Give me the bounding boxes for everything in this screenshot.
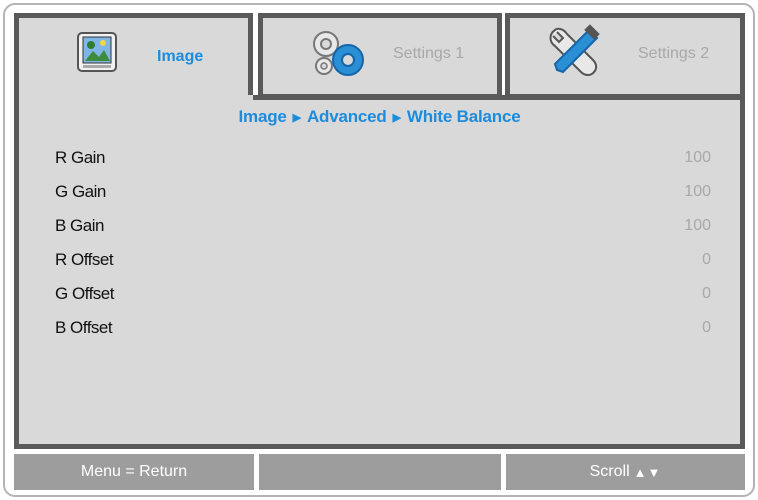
setting-label: R Gain [55, 148, 105, 167]
setting-label: G Offset [55, 284, 115, 303]
footer-scroll: Scroll ▲▼ [506, 454, 745, 490]
setting-label: B Gain [55, 216, 104, 235]
footer-hint-label: Scroll [589, 463, 630, 480]
breadcrumb-item: Advanced [306, 107, 387, 126]
tab-label: Settings 1 [393, 45, 465, 62]
setting-value: 100 [684, 217, 711, 234]
tab-label: Settings 2 [638, 45, 710, 62]
setting-row-b-offset[interactable]: B Offset 0 [55, 311, 711, 345]
setting-value: 0 [702, 319, 711, 336]
setting-row-g-gain[interactable]: G Gain 100 [55, 175, 711, 209]
breadcrumb-item: White Balance [406, 107, 521, 126]
setting-row-g-offset[interactable]: G Offset 0 [55, 277, 711, 311]
breadcrumb-item: Image [238, 107, 287, 126]
panel-top-border [253, 95, 745, 100]
chevron-right-icon: ▶ [292, 112, 301, 124]
footer-middle [259, 454, 501, 490]
footer-hint-label: Menu = Return [80, 463, 188, 480]
scroll-arrows-icon: ▲▼ [633, 464, 662, 480]
tab-settings-1[interactable]: Settings 1 [258, 13, 502, 99]
setting-value: 100 [684, 183, 711, 200]
image-icon [77, 32, 117, 72]
setting-row-b-gain[interactable]: B Gain 100 [55, 209, 711, 243]
setting-label: B Offset [55, 318, 113, 337]
breadcrumb: Image ▶ Advanced ▶ White Balance [19, 107, 740, 127]
setting-value: 100 [684, 149, 711, 166]
tab-settings-2[interactable]: Settings 2 [505, 13, 745, 99]
setting-row-r-offset[interactable]: R Offset 0 [55, 243, 711, 277]
setting-value: 0 [702, 251, 711, 268]
setting-label: R Offset [55, 250, 114, 269]
footer-menu-return: Menu = Return [14, 454, 254, 490]
content-panel: Image ▶ Advanced ▶ White Balance R Gain 100 … [14, 95, 745, 449]
settings-list: R Gain 100 G Gain 100 B Gain 100 R Offse… [55, 141, 711, 345]
setting-row-r-gain[interactable]: R Gain 100 [55, 141, 711, 175]
gears-icon [306, 26, 370, 82]
setting-value: 0 [702, 285, 711, 302]
setting-label: G Gain [55, 182, 106, 201]
chevron-right-icon: ▶ [392, 112, 401, 124]
tab-label: Image [157, 48, 204, 65]
tools-icon [545, 24, 603, 80]
